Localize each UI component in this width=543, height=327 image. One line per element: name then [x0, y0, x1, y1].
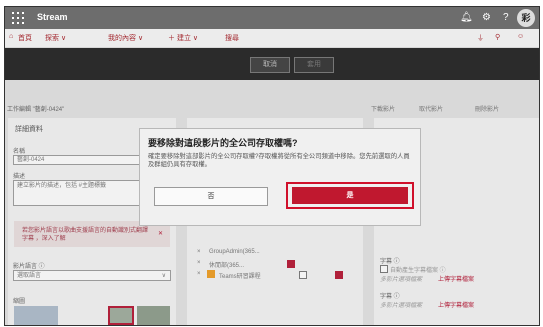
- upload-subtitle-link[interactable]: 上傳字幕檔案: [438, 274, 474, 283]
- person-icon[interactable]: ⚲: [495, 33, 500, 41]
- caption-notice-text: 若您影片語言以歌曲支援語言的自動識別式翻譯字幕 ，深入了解: [22, 228, 149, 242]
- video-language-value: 選取語言: [17, 273, 42, 279]
- smile-icon[interactable]: ☺: [517, 33, 524, 40]
- thumbnail-option[interactable]: [14, 306, 58, 325]
- app-window: Stream 🔔︎ ⚙ ? 彩 ⌂ 首頁 探索 ∨ 我的內容 ∨ ＋ 建立 ∨ …: [4, 6, 540, 326]
- yes-button[interactable]: 是: [292, 187, 408, 204]
- cancel-button[interactable]: 取消: [250, 57, 290, 73]
- command-bar: 取消 套用: [5, 48, 539, 80]
- close-icon[interactable]: ✕: [158, 230, 163, 237]
- group-name: Teams研習課程: [219, 274, 261, 280]
- nav-my-content[interactable]: 我的內容 ∨: [108, 33, 143, 43]
- remove-icon[interactable]: ×: [197, 271, 201, 277]
- video-language-select[interactable]: 選取語言 ∨: [13, 270, 171, 281]
- group-avatar: [207, 270, 215, 278]
- filter-icon[interactable]: ⏚: [477, 33, 484, 43]
- remove-access-dialog: 要移除對這段影片的全公司存取權嗎? 確定要移除對這部影片的全公司存取權?存取權將…: [139, 128, 421, 226]
- nav-search[interactable]: 搜尋: [225, 33, 239, 43]
- viewer-checkbox[interactable]: [335, 271, 343, 279]
- remove-icon[interactable]: ×: [197, 249, 201, 255]
- gear-icon[interactable]: ⚙: [482, 12, 491, 23]
- avatar[interactable]: 彩: [517, 9, 535, 27]
- nav-explore[interactable]: 探索 ∨: [45, 33, 66, 43]
- app-title[interactable]: Stream: [37, 12, 68, 22]
- group-name: 休閒部(365...: [209, 263, 245, 269]
- description-label: 描述: [13, 174, 26, 180]
- download-video-button[interactable]: 下載影片: [371, 104, 395, 113]
- chevron-down-icon: ∨: [161, 273, 166, 279]
- no-button[interactable]: 否: [154, 187, 268, 206]
- group-name: GroupAdmin(365...: [209, 249, 260, 255]
- name-label: 名稱: [13, 149, 26, 155]
- thumbnail-option[interactable]: [137, 306, 170, 325]
- details-header: 詳細資料: [15, 126, 43, 133]
- auto-caption-label: 自動產生字幕檔案 ⓘ: [390, 268, 446, 274]
- caption-file-link[interactable]: 多影片選項檔案: [380, 300, 422, 309]
- home-icon[interactable]: ⌂: [9, 33, 13, 40]
- captions-label: 字幕 ⓘ: [380, 294, 400, 300]
- dialog-description: 確定要移除對這部影片的全公司存取權?存取權將從所有全公司頻道中移除。您先前選取的…: [148, 153, 410, 168]
- app-nav: ⌂ 首頁 探索 ∨ 我的內容 ∨ ＋ 建立 ∨ 搜尋 ⏚ ⚲ ☺: [5, 29, 539, 48]
- owner-checkbox[interactable]: [299, 271, 307, 279]
- thumbnail-selected[interactable]: [108, 306, 134, 325]
- remove-icon[interactable]: ×: [197, 260, 201, 266]
- subtitles-label: 字幕 ⓘ: [380, 259, 400, 265]
- subtitle-file-link[interactable]: 多影片選項檔案: [380, 274, 422, 283]
- upload-caption-link[interactable]: 上傳字幕檔案: [438, 300, 474, 309]
- replace-video-button[interactable]: 取代影片: [419, 104, 443, 113]
- waffle-icon[interactable]: [11, 11, 25, 25]
- apply-button[interactable]: 套用: [294, 57, 334, 73]
- dialog-title: 要移除對這段影片的全公司存取權嗎?: [148, 138, 298, 148]
- video-language-label: 影片語言 ⓘ: [13, 264, 45, 270]
- thumbnail-label: 縮圖: [13, 299, 26, 305]
- owner-checkbox[interactable]: [287, 260, 295, 268]
- auto-caption-checkbox[interactable]: [380, 265, 388, 273]
- suite-bar: Stream 🔔︎ ⚙ ? 彩: [5, 7, 539, 29]
- nav-home[interactable]: 首頁: [18, 33, 32, 43]
- nav-create[interactable]: ＋ 建立 ∨: [168, 33, 198, 43]
- help-icon[interactable]: ?: [503, 12, 509, 23]
- bell-icon[interactable]: 🔔︎: [460, 12, 473, 23]
- delete-video-button[interactable]: 刪除影片: [475, 104, 499, 113]
- breadcrumb: 工作編輯 "藝創-0424": [7, 107, 65, 113]
